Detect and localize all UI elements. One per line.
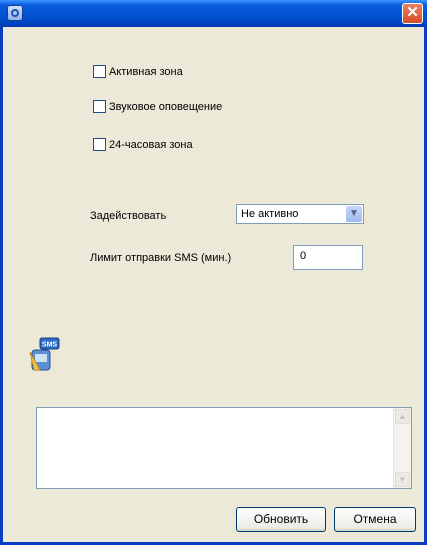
vertical-scrollbar[interactable]: ▲ ▼ — [393, 408, 411, 488]
window: ✕ Активная зона Звуковое оповещение 24-ч… — [0, 0, 427, 545]
sms-icon: SMS — [29, 337, 60, 371]
activate-label: Задействовать — [90, 210, 167, 222]
active-zone-label: Активная зона — [109, 65, 183, 78]
scroll-up-button[interactable]: ▲ — [395, 409, 410, 424]
sound-alert-checkbox[interactable] — [93, 100, 106, 113]
option-active-zone[interactable]: Активная зона — [93, 65, 183, 78]
option-sound-alert[interactable]: Звуковое оповещение — [93, 100, 222, 113]
sms-limit-input[interactable]: 0 — [293, 245, 363, 270]
chevron-down-icon[interactable]: ▼ — [346, 206, 362, 222]
24h-zone-label: 24-часовая зона — [109, 138, 193, 151]
cancel-button[interactable]: Отмена — [334, 507, 416, 532]
sound-alert-label: Звуковое оповещение — [109, 100, 223, 113]
sms-limit-label: Лимит отправки SMS (мин.) — [90, 252, 232, 264]
scroll-down-button[interactable]: ▼ — [395, 472, 410, 487]
update-button[interactable]: Обновить — [236, 507, 326, 532]
close-button[interactable]: ✕ — [402, 3, 423, 24]
app-icon — [7, 5, 23, 21]
title-bar[interactable]: ✕ — [0, 0, 427, 27]
activate-selected-value: Не активно — [241, 208, 299, 220]
activate-select[interactable]: Не активно ▼ — [236, 204, 364, 224]
active-zone-checkbox[interactable] — [93, 65, 106, 78]
24h-zone-checkbox[interactable] — [93, 138, 106, 151]
message-textarea[interactable]: ▲ ▼ — [36, 407, 412, 489]
option-24h-zone[interactable]: 24-часовая зона — [93, 138, 193, 151]
sms-icon-text: SMS — [42, 342, 58, 349]
